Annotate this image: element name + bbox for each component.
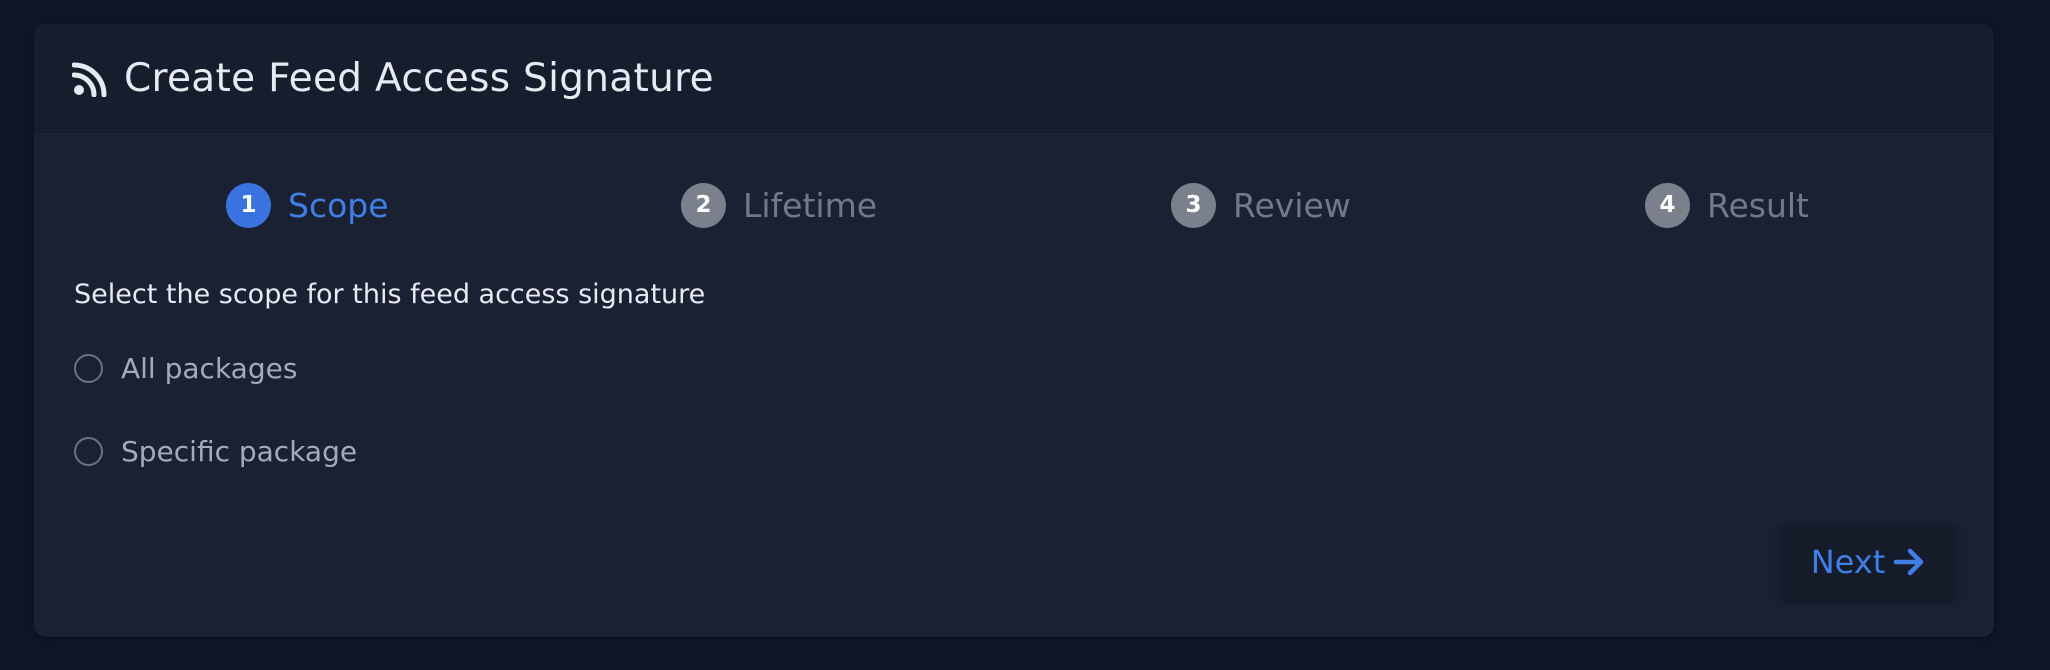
radio-label: Specific package: [121, 435, 358, 468]
radio-circle[interactable]: [74, 354, 103, 383]
step-number: 4: [1645, 182, 1690, 228]
step-review[interactable]: 3 Review: [1171, 180, 1351, 230]
radio-label: All packages: [121, 352, 298, 385]
step-result[interactable]: 4 Result: [1645, 180, 1809, 230]
step-label: Lifetime: [743, 185, 878, 225]
next-button-label: Next: [1810, 542, 1886, 581]
step-label: Review: [1233, 185, 1351, 225]
card-header: Create Feed Access Signature: [34, 24, 1994, 133]
step-lifetime[interactable]: 2 Lifetime: [681, 180, 877, 230]
step-number: 2: [681, 182, 726, 228]
step-number: 3: [1171, 182, 1216, 228]
scope-prompt: Select the scope for this feed access si…: [74, 279, 706, 310]
arrow-right-icon: [1893, 546, 1925, 578]
radio-circle[interactable]: [74, 437, 103, 466]
stepper: 1 Scope 2 Lifetime 3 Review 4 Result: [34, 180, 1994, 230]
radio-specific-package[interactable]: Specific package: [74, 435, 357, 468]
feed-access-signature-card: Create Feed Access Signature 1 Scope 2 L…: [34, 24, 1994, 637]
radio-all-packages[interactable]: All packages: [74, 352, 297, 385]
page-title: Create Feed Access Signature: [124, 56, 714, 101]
rss-icon: [72, 61, 108, 97]
step-label: Result: [1707, 185, 1809, 225]
step-number: 1: [226, 182, 271, 228]
next-button[interactable]: Next: [1780, 524, 1956, 599]
step-label: Scope: [288, 185, 389, 225]
step-scope[interactable]: 1 Scope: [226, 180, 389, 230]
